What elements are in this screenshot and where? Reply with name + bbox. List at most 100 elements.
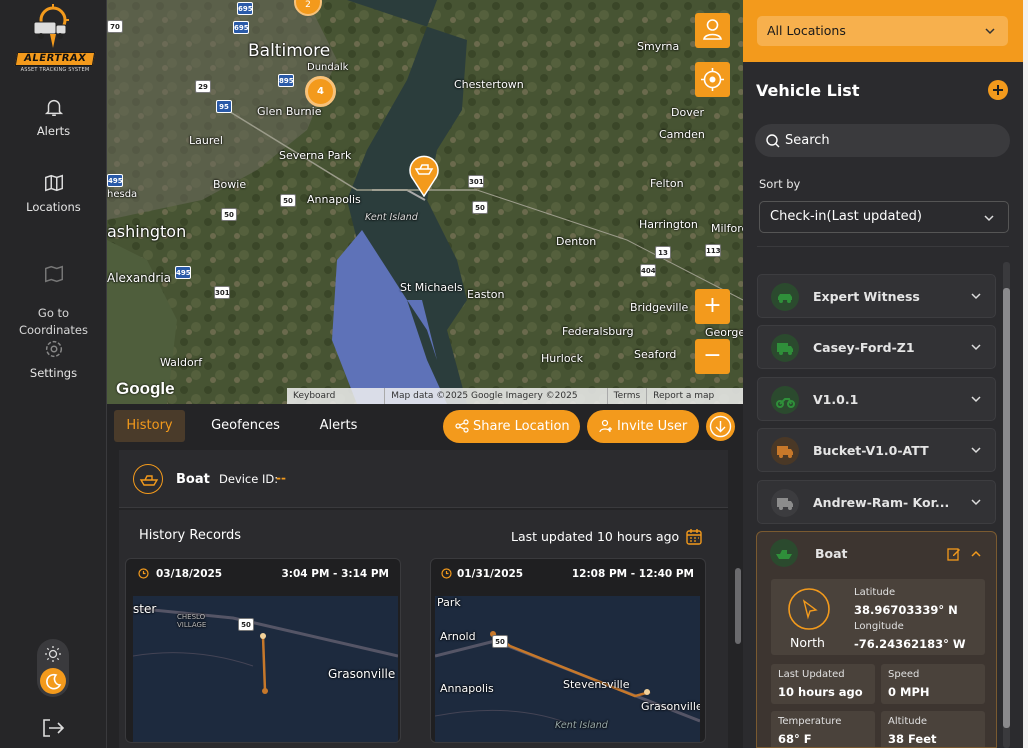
terms-link[interactable]: Terms (608, 388, 648, 404)
boat-glyph (776, 550, 792, 559)
vehicle-search[interactable] (755, 124, 1010, 157)
search-input[interactable] (785, 131, 995, 149)
alertrax-logo[interactable]: ALERTRAX ASSET TRACKING SYSTEM (10, 4, 96, 74)
chevron-down-icon (971, 499, 981, 506)
boat-marker-icon[interactable] (409, 155, 439, 197)
highway-shield: 695 (237, 2, 253, 15)
share-location-button[interactable]: Share Location (443, 410, 580, 443)
truck-icon (771, 489, 799, 517)
stat-temperature: Temperature 68° F (771, 711, 875, 747)
add-vehicle-button[interactable] (988, 80, 1008, 100)
car-icon (771, 283, 799, 311)
crosshair-icon (701, 68, 724, 91)
vehicle-item[interactable]: Expert Witness (757, 274, 996, 318)
mini-map-label: Arnold (440, 630, 476, 643)
logo-tagline: ASSET TRACKING SYSTEM (20, 67, 90, 73)
add-user-icon (599, 419, 612, 433)
my-location-button[interactable] (695, 62, 730, 97)
map-imagery (107, 0, 743, 404)
map-label-severna-park: Severna Park (279, 149, 352, 162)
vehicle-name: Andrew-Ram- Kor... (813, 495, 950, 510)
map-cluster-top-count: 2 (305, 0, 311, 10)
dark-mode-button[interactable] (40, 668, 66, 694)
highway-shield: 50 (492, 635, 508, 648)
vehicle-list-scrollbar[interactable] (1003, 262, 1010, 748)
map-label-laurel: Laurel (189, 134, 223, 147)
device-header: Boat Device ID: -- (119, 450, 728, 508)
chevron-down-icon (971, 396, 981, 403)
chevron-down-icon (971, 344, 981, 351)
history-record-map[interactable]: Park Arnold Annapolis Stevensville Graso… (435, 596, 700, 742)
window-edge (1023, 0, 1028, 748)
zoom-out-button[interactable]: − (695, 339, 730, 374)
history-scrollbar[interactable] (735, 568, 741, 644)
nav-alerts[interactable]: Alerts (0, 96, 107, 138)
map-cluster[interactable]: 4 (305, 76, 336, 107)
highway-shield: 895 (278, 74, 294, 87)
highway-shield: 404 (640, 264, 656, 277)
mini-map-label: Grasonville (328, 667, 396, 681)
tab-alerts[interactable]: Alerts (310, 410, 367, 442)
nav-go-to-coordinates[interactable]: Go to Coordinates (0, 246, 107, 339)
location-box: North Latitude 38.96703339° N Longitude … (771, 579, 985, 655)
map-label-chestertown: Chestertown (454, 78, 524, 91)
calendar-icon[interactable] (685, 528, 703, 546)
motorcycle-glyph (776, 398, 795, 408)
history-record-card[interactable]: 03/18/2025 3:04 PM - 3:14 PM ster CHESLO… (125, 558, 401, 743)
map-label-denton: Denton (556, 235, 597, 248)
theme-toggle[interactable] (37, 639, 69, 697)
history-record-card[interactable]: 01/31/2025 12:08 PM - 12:40 PM Park Arno… (430, 558, 706, 743)
vehicle-panel: All Locations Vehicle List Sort by Check… (743, 0, 1023, 748)
map-label-milford: Milford (711, 222, 743, 235)
stat-speed: Speed 0 MPH (881, 664, 985, 704)
invite-user-button[interactable]: Invite User (587, 410, 699, 443)
vehicle-item[interactable]: Bucket-V1.0-ATT (757, 428, 996, 472)
nav-settings[interactable]: Settings (0, 338, 107, 380)
map-label-dover: Dover (671, 106, 704, 119)
location-select[interactable]: All Locations (757, 16, 1008, 46)
street-view-button[interactable] (695, 13, 730, 48)
stat-label: Temperature (778, 716, 842, 727)
map-label-annapolis: Annapolis (307, 193, 361, 206)
scrollbar-thumb[interactable] (1003, 288, 1010, 728)
map-label-baltimore: Baltimore (248, 41, 331, 61)
chevron-up-icon[interactable] (970, 548, 982, 560)
logo-wordmark: ALERTRAX (14, 52, 96, 66)
highway-shield: 50 (221, 208, 237, 221)
download-button[interactable] (706, 412, 735, 441)
vehicle-item[interactable]: V1.0.1 (757, 377, 996, 421)
map-label-washington: ashington (107, 222, 187, 241)
map-cluster-count: 4 (317, 86, 324, 97)
bell-icon (44, 99, 63, 116)
logout-icon[interactable] (40, 717, 66, 739)
keyboard-shortcuts-link[interactable]: Keyboard shortcuts (287, 388, 386, 404)
sort-select[interactable]: Check-in(Last updated) (759, 201, 1009, 233)
highway-shield: 495 (107, 174, 123, 187)
zoom-in-button[interactable]: + (695, 289, 730, 324)
vehicle-item[interactable]: Andrew-Ram- Kor... (757, 480, 996, 524)
truck-glyph (777, 343, 793, 355)
vehicle-name: Boat (815, 546, 848, 561)
satellite-map[interactable]: Baltimore Dundalk Glen Burnie Laurel Sev… (107, 0, 743, 404)
tab-history[interactable]: History (114, 410, 185, 442)
share-icon (455, 419, 469, 433)
truck-glyph (777, 446, 793, 458)
report-error-link[interactable]: Report a map error (647, 388, 743, 404)
map-label-hurlock: Hurlock (541, 352, 583, 365)
edit-icon[interactable] (947, 547, 961, 561)
tab-geofences[interactable]: Geofences (203, 410, 288, 442)
stat-value: 38 Feet (888, 732, 937, 746)
history-record-time: 12:08 PM - 12:40 PM (571, 568, 694, 580)
nav-go-to-coordinates-label: Go to Coordinates (18, 306, 89, 337)
mini-map-label: Annapolis (440, 682, 494, 695)
search-icon (766, 134, 780, 148)
sun-icon[interactable] (44, 645, 62, 663)
highway-shield: 301 (468, 175, 484, 188)
vehicle-item[interactable]: Casey-Ford-Z1 (757, 325, 996, 369)
history-record-map[interactable]: ster CHESLO VILLAGE Grasonville 50 (133, 596, 398, 742)
device-name: Boat (176, 472, 210, 487)
vehicle-item-expanded[interactable]: Boat North Latitude 38.96703339° N Longi… (756, 531, 997, 748)
history-records-section: History Records Last updated 10 hours ag… (119, 510, 741, 748)
map-label-bowie: Bowie (213, 178, 247, 191)
nav-locations[interactable]: Locations (0, 172, 107, 214)
